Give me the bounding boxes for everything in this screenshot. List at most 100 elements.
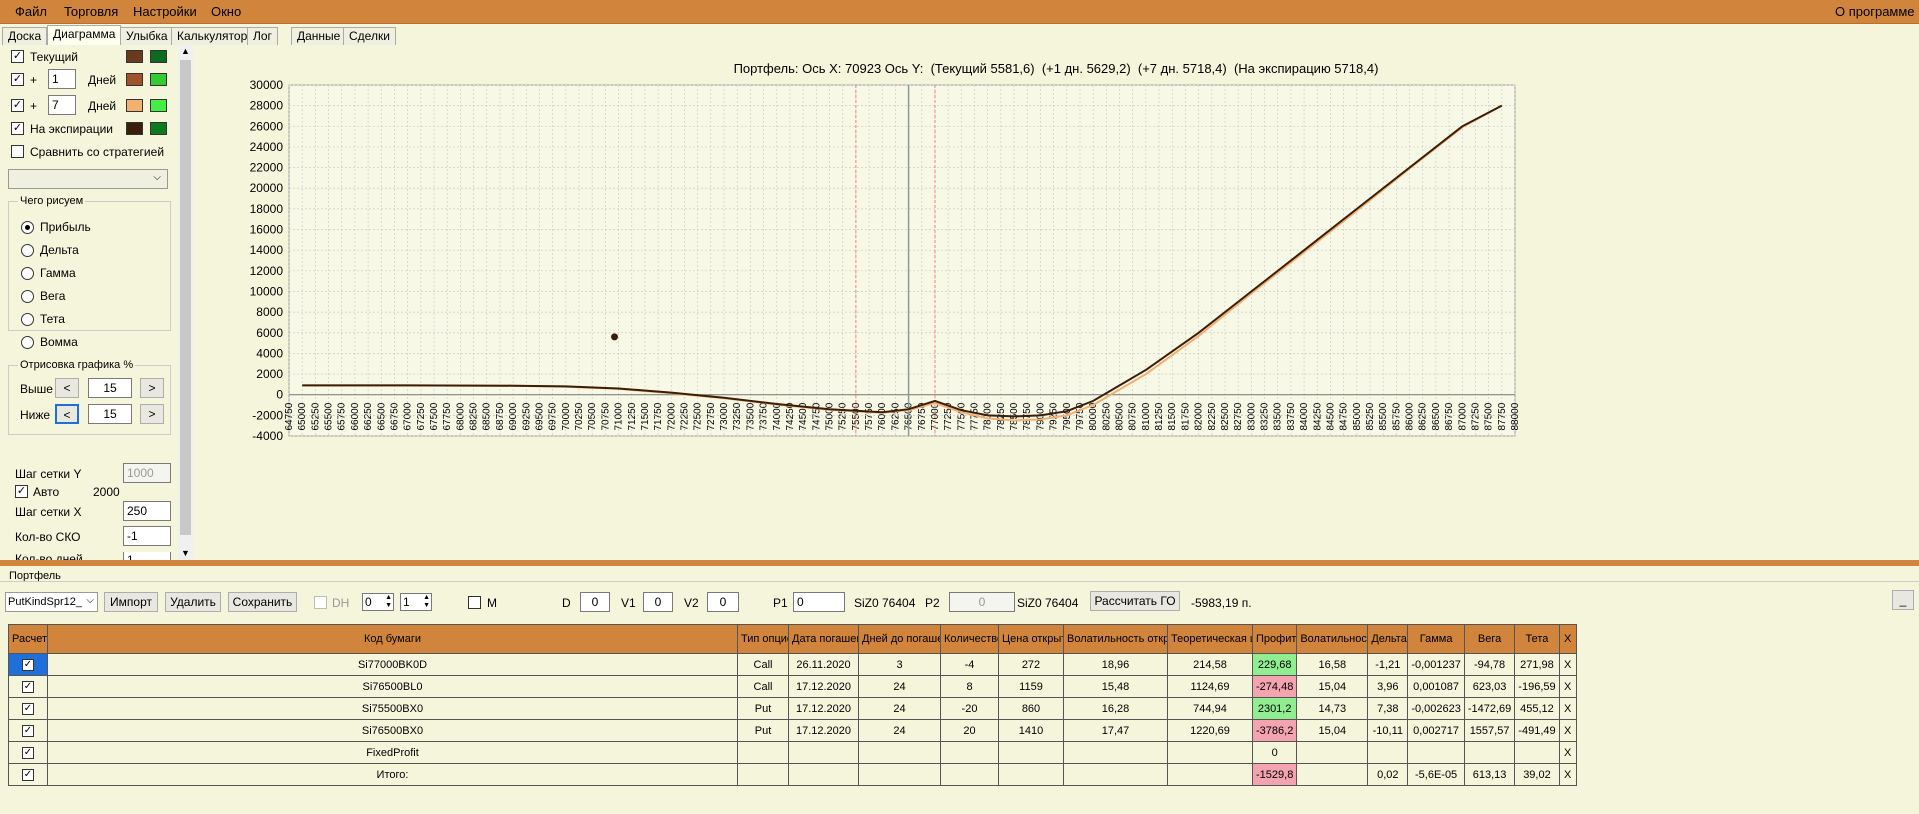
days1-color-swatch-2[interactable] [150, 73, 167, 86]
calc-cell[interactable]: ✓ [8, 763, 48, 786]
row-calc-checkbox[interactable]: ✓ [22, 769, 34, 781]
column-header[interactable]: Гамма [1407, 624, 1465, 654]
row-calc-checkbox[interactable]: ✓ [22, 725, 34, 737]
radio-theta[interactable] [21, 313, 34, 326]
radio-profit[interactable] [21, 221, 34, 234]
auto-checkbox[interactable]: ✓ [15, 485, 28, 498]
left-panel-scroll-thumb[interactable] [180, 60, 191, 535]
radio-vega[interactable] [21, 290, 34, 303]
expiry-checkbox[interactable]: ✓ [11, 122, 24, 135]
days1-input[interactable]: 1 [48, 69, 76, 89]
column-header[interactable]: Волатильность [1296, 624, 1369, 654]
plus1-checkbox[interactable]: ✓ [11, 73, 24, 86]
menu-file[interactable]: Файл [15, 4, 47, 19]
column-header[interactable]: Дней до погашения [858, 624, 941, 654]
table-row[interactable]: ✓ Si76500BX0 Put 17.12.2020 24 20 1410 17,47 122… [8, 719, 1577, 742]
radio-gamma[interactable] [21, 267, 34, 280]
table-row[interactable]: ✓ FixedProfit 0 X [8, 741, 1577, 764]
row-delete-button[interactable]: X [1558, 653, 1577, 676]
row-calc-checkbox[interactable]: ✓ [22, 659, 34, 671]
menu-window[interactable]: Окно [211, 4, 241, 19]
tab-deals[interactable]: Сделки [343, 27, 396, 45]
tab-smile[interactable]: Улыбка [120, 27, 174, 45]
tab-log[interactable]: Лог [247, 27, 278, 45]
spin-arrows-icon[interactable]: ▲ ▼ [423, 594, 430, 610]
menu-about[interactable]: О программе [1835, 4, 1915, 19]
calc-cell[interactable]: ✓ [8, 675, 48, 698]
grid-y-input[interactable]: 1000 [123, 463, 171, 483]
tab-data[interactable]: Данные [291, 27, 347, 45]
portfolio-select[interactable]: PutKindSpr12_ ⌵ [5, 592, 98, 612]
above-next-button[interactable]: > [140, 378, 164, 398]
expiry-color-swatch[interactable] [126, 122, 143, 135]
days7-color-swatch-2[interactable] [150, 99, 167, 112]
spin-arrows-icon[interactable]: ▲ ▼ [385, 594, 392, 610]
current-color-swatch-2[interactable] [150, 50, 167, 63]
row-calc-checkbox[interactable]: ✓ [22, 703, 34, 715]
below-next-button[interactable]: > [140, 404, 164, 424]
p1-input[interactable]: 0 [793, 592, 845, 612]
current-checkbox[interactable]: ✓ [11, 50, 24, 63]
column-header[interactable]: Теоретическая цена [1167, 624, 1253, 654]
column-header[interactable]: Код бумаги [47, 624, 738, 654]
delete-button[interactable]: Удалить [165, 592, 221, 612]
days1-color-swatch[interactable] [126, 73, 143, 86]
above-prev-button[interactable]: < [55, 378, 79, 398]
strategy-select[interactable]: ⌵ [8, 169, 168, 189]
import-button[interactable]: Импорт [104, 592, 158, 612]
column-header[interactable]: Дата погашения [788, 624, 859, 654]
v1-input[interactable]: 0 [643, 592, 673, 612]
tab-diagram[interactable]: Диаграмма [47, 25, 122, 45]
table-row[interactable]: ✓ Итого: -1529,8 0,02 -5,6E-05 613,13 39,02 X [8, 763, 1577, 786]
current-color-swatch[interactable] [126, 50, 143, 63]
compare-checkbox[interactable] [11, 145, 24, 158]
row-delete-button[interactable]: X [1558, 697, 1577, 720]
below-prev-button[interactable]: < [55, 404, 79, 424]
days7-input[interactable]: 7 [48, 95, 76, 115]
row-delete-button[interactable]: X [1558, 719, 1577, 742]
row-delete-button[interactable]: X [1558, 675, 1577, 698]
calc-cell[interactable]: ✓ [8, 653, 48, 676]
profit-chart[interactable]: 64750 65000 65250 65500 65750 66000 66250 66500… [193, 45, 1919, 560]
table-row[interactable]: ✓ Si77000BK0D Call 26.11.2020 3 -4 272 18,96 214… [8, 653, 1577, 676]
column-header[interactable]: Тип опциона [737, 624, 789, 654]
grid-x-input[interactable]: 250 [123, 501, 171, 521]
dh-spin-2[interactable]: 1 ▲ ▼ [400, 593, 432, 611]
save-button[interactable]: Сохранить [228, 592, 297, 612]
table-row[interactable]: ✓ Si76500BL0 Call 17.12.2020 24 8 1159 15,48 112… [8, 675, 1577, 698]
calc-cell[interactable]: ✓ [8, 741, 48, 764]
scroll-up-icon[interactable]: ▲ [181, 46, 190, 56]
p2-input[interactable]: 0 [949, 592, 1015, 612]
m-checkbox[interactable] [468, 596, 481, 609]
row-calc-checkbox[interactable]: ✓ [22, 681, 34, 693]
below-input[interactable]: 15 [88, 404, 132, 424]
menu-settings[interactable]: Настройки [133, 4, 197, 19]
column-header[interactable]: Расчет [8, 624, 48, 654]
row-calc-checkbox[interactable]: ✓ [22, 747, 34, 759]
calc-go-button[interactable]: Рассчитать ГО [1090, 591, 1180, 611]
days7-color-swatch[interactable] [126, 99, 143, 112]
column-header[interactable]: Дельта [1367, 624, 1409, 654]
column-header[interactable]: Волатильность открытия [1063, 624, 1168, 654]
column-header[interactable]: Вега [1463, 624, 1516, 654]
radio-delta[interactable] [21, 244, 34, 257]
expiry-color-swatch-2[interactable] [150, 122, 167, 135]
d-input[interactable]: 0 [580, 592, 610, 612]
dh-spin-1[interactable]: 0 ▲ ▼ [362, 593, 394, 611]
sko-input[interactable]: -1 [123, 526, 171, 546]
plus7-checkbox[interactable]: ✓ [11, 99, 24, 112]
table-row[interactable]: ✓ Si75500BX0 Put 17.12.2020 24 -20 860 16,28 744… [8, 697, 1577, 720]
radio-vomma[interactable] [21, 336, 34, 349]
menu-trade[interactable]: Торговля [64, 4, 118, 19]
above-input[interactable]: 15 [88, 378, 132, 398]
dh-checkbox[interactable] [314, 596, 327, 609]
column-header[interactable]: X [1558, 624, 1577, 654]
tab-board[interactable]: Доска [2, 27, 48, 45]
days-count-input[interactable]: 1 [123, 552, 171, 560]
row-delete-button[interactable]: X [1558, 763, 1577, 786]
column-header[interactable]: Тета [1514, 624, 1560, 654]
column-header[interactable]: Цена открытия [998, 624, 1064, 654]
calc-cell[interactable]: ✓ [8, 697, 48, 720]
row-delete-button[interactable]: X [1558, 741, 1577, 764]
column-header[interactable]: Количество [940, 624, 999, 654]
